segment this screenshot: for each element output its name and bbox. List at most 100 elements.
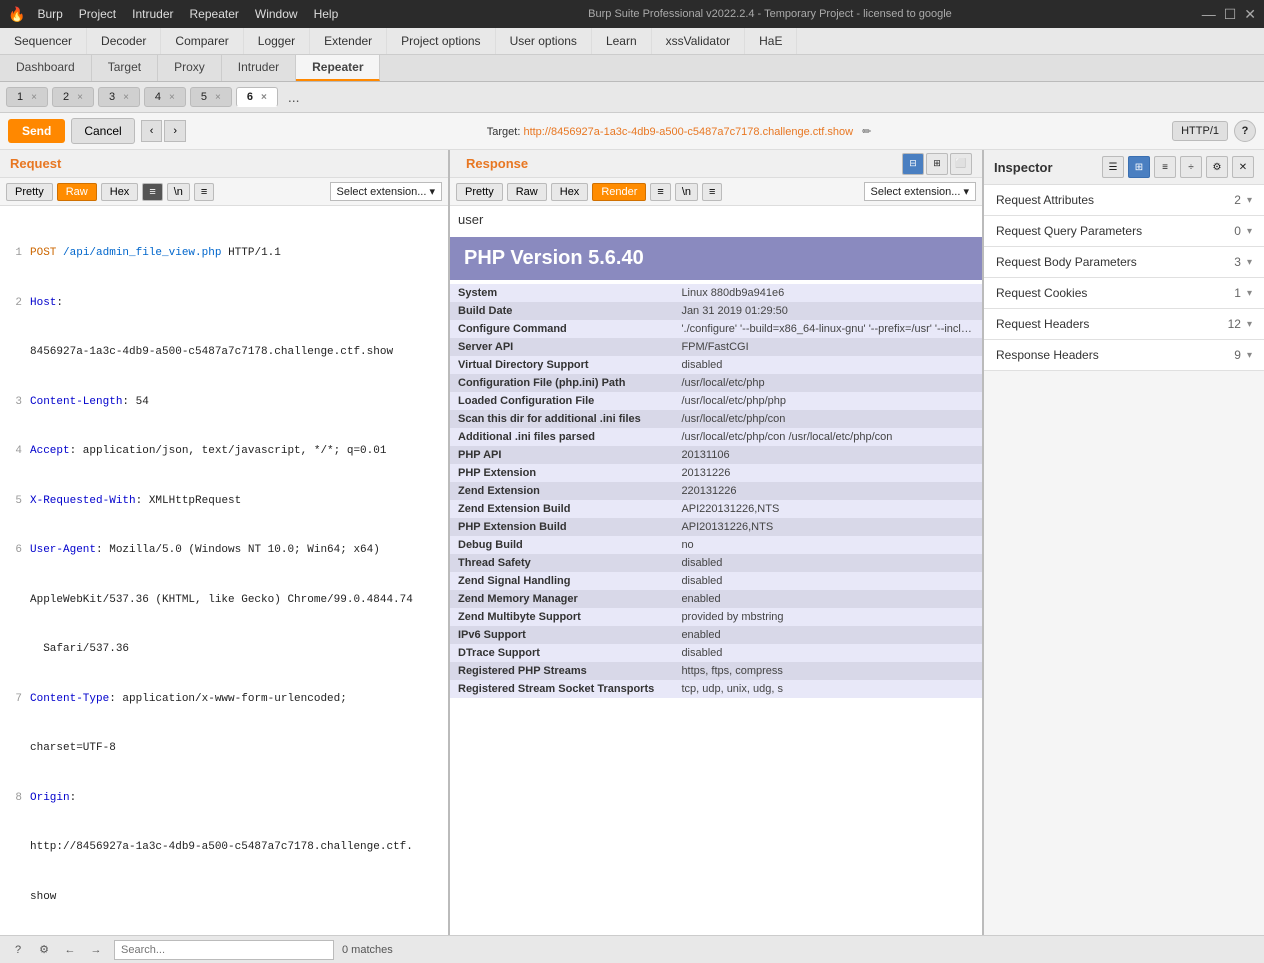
tab-1-close[interactable]: × (31, 92, 37, 103)
subnav-repeater[interactable]: Repeater (296, 55, 380, 81)
resp-pretty-button[interactable]: Pretty (456, 183, 503, 201)
tab-2-close[interactable]: × (77, 92, 83, 103)
status-settings-icon[interactable]: ⚙ (34, 940, 54, 960)
subnav-dashboard[interactable]: Dashboard (0, 55, 92, 81)
inspector-row[interactable]: Request Headers12 ▾ (984, 309, 1264, 340)
nav-extender[interactable]: Extender (310, 28, 387, 54)
inspector-row-count: 9 ▾ (1234, 348, 1252, 362)
php-table-val: 20131226 (673, 464, 982, 482)
nav-decoder[interactable]: Decoder (87, 28, 161, 54)
http-version-badge[interactable]: HTTP/1 (1172, 121, 1228, 141)
repeater-tab-2[interactable]: 2 × (52, 87, 94, 107)
subnav-proxy[interactable]: Proxy (158, 55, 222, 81)
cancel-button[interactable]: Cancel (71, 118, 134, 144)
inspector-row[interactable]: Request Query Parameters0 ▾ (984, 216, 1264, 247)
help-button[interactable]: ? (1234, 120, 1256, 142)
nav-logger[interactable]: Logger (244, 28, 310, 54)
menu-intruder[interactable]: Intruder (132, 7, 173, 21)
subnav-target[interactable]: Target (92, 55, 158, 81)
php-table-val: /usr/local/etc/php/php (673, 392, 982, 410)
nav-project-options[interactable]: Project options (387, 28, 495, 54)
request-header: Request (0, 150, 448, 178)
menu-help[interactable]: Help (314, 7, 339, 21)
repeater-tab-6[interactable]: 6 × (236, 87, 278, 107)
status-help-icon[interactable]: ? (8, 940, 28, 960)
nav-user-options[interactable]: User options (496, 28, 592, 54)
insp-icon-align[interactable]: ≡ (1154, 156, 1176, 178)
menu-burp[interactable]: Burp (37, 7, 62, 21)
status-forward-icon[interactable]: → (86, 940, 106, 960)
status-bar: ? ⚙ ← → 0 matches (0, 935, 1264, 963)
tab-3-label: 3 (109, 91, 115, 103)
edit-target-icon[interactable]: ✏ (862, 126, 871, 138)
inspector-row[interactable]: Response Headers9 ▾ (984, 340, 1264, 371)
repeater-tab-3[interactable]: 3 × (98, 87, 140, 107)
insp-icon-grid[interactable]: ⊞ (1128, 156, 1150, 178)
php-version-banner: PHP Version 5.6.40 (450, 237, 982, 280)
repeater-tab-1[interactable]: 1 × (6, 87, 48, 107)
insp-icon-split[interactable]: ÷ (1180, 156, 1202, 178)
req-select-extension[interactable]: Select extension... ▾ (330, 182, 442, 201)
resp-icon1[interactable]: ≡ (650, 183, 670, 201)
nav-xss-validator[interactable]: xssValidator (652, 28, 745, 54)
subnav-intruder[interactable]: Intruder (222, 55, 296, 81)
req-pretty-button[interactable]: Pretty (6, 183, 53, 201)
php-table-val: Jan 31 2019 01:29:50 (673, 302, 982, 320)
menu-repeater[interactable]: Repeater (190, 7, 239, 21)
full-view-icon[interactable]: ⬜ (950, 153, 972, 175)
more-tabs-button[interactable]: ... (282, 86, 306, 108)
php-table-key: Debug Build (450, 536, 673, 554)
response-toolbar: Pretty Raw Hex Render ≡ \n ≡ Select exte… (450, 178, 982, 206)
nav-learn[interactable]: Learn (592, 28, 652, 54)
nav-back-button[interactable]: ‹ (141, 120, 163, 142)
req-newline-button[interactable]: \n (167, 183, 190, 201)
minimize-button[interactable]: — (1202, 6, 1216, 23)
status-back-icon[interactable]: ← (60, 940, 80, 960)
repeater-tab-5[interactable]: 5 × (190, 87, 232, 107)
status-icons: ? ⚙ ← → (8, 940, 106, 960)
php-table-val: API20131226,NTS (673, 518, 982, 536)
tab-4-close[interactable]: × (169, 92, 175, 103)
inspector-row-count: 0 ▾ (1234, 224, 1252, 238)
insp-icon-list[interactable]: ☰ (1102, 156, 1124, 178)
maximize-button[interactable]: ☐ (1224, 6, 1237, 23)
req-hex-button[interactable]: Hex (101, 183, 139, 201)
request-code-area[interactable]: 1POST /api/admin_file_view.php HTTP/1.1 … (0, 206, 448, 935)
menu-window[interactable]: Window (255, 7, 298, 21)
inspector-row[interactable]: Request Body Parameters3 ▾ (984, 247, 1264, 278)
insp-icon-close[interactable]: ✕ (1232, 156, 1254, 178)
insp-icon-settings[interactable]: ⚙ (1206, 156, 1228, 178)
split-view-icon[interactable]: ⊟ (902, 153, 924, 175)
menu-project[interactable]: Project (79, 7, 116, 21)
nav-forward-button[interactable]: › (164, 120, 186, 142)
tab-5-close[interactable]: × (215, 92, 221, 103)
inspector-row[interactable]: Request Attributes2 ▾ (984, 185, 1264, 216)
resp-render-button[interactable]: Render (592, 183, 646, 201)
req-lines-button[interactable]: ≡ (194, 183, 214, 201)
tab-3-close[interactable]: × (123, 92, 129, 103)
nav-hae[interactable]: HaE (745, 28, 797, 54)
stacked-view-icon[interactable]: ⊞ (926, 153, 948, 175)
req-wrap-button[interactable]: ≡ (142, 183, 162, 201)
title-bar-left: 🔥 Burp Project Intruder Repeater Window … (8, 6, 338, 23)
resp-icon3[interactable]: ≡ (702, 183, 722, 201)
nav-sequencer[interactable]: Sequencer (0, 28, 87, 54)
target-url[interactable]: http://8456927a-1a3c-4db9-a500-c5487a7c7… (523, 126, 853, 138)
tab-6-close[interactable]: × (261, 92, 267, 103)
inspector-row[interactable]: Request Cookies1 ▾ (984, 278, 1264, 309)
nav-comparer[interactable]: Comparer (161, 28, 243, 54)
search-input[interactable] (114, 940, 334, 960)
close-button[interactable]: ✕ (1244, 6, 1256, 23)
php-table-val: /usr/local/etc/php/con (673, 410, 982, 428)
php-table-val: API220131226,NTS (673, 500, 982, 518)
req-raw-button[interactable]: Raw (57, 183, 97, 201)
php-table-val: enabled (673, 626, 982, 644)
resp-hex-button[interactable]: Hex (551, 183, 589, 201)
nav-bar: Sequencer Decoder Comparer Logger Extend… (0, 28, 1264, 55)
resp-icon2[interactable]: \n (675, 183, 698, 201)
response-view-icons: ⊟ ⊞ ⬜ (902, 153, 972, 175)
send-button[interactable]: Send (8, 119, 65, 143)
repeater-tab-4[interactable]: 4 × (144, 87, 186, 107)
resp-select-extension[interactable]: Select extension... ▾ (864, 182, 976, 201)
resp-raw-button[interactable]: Raw (507, 183, 547, 201)
